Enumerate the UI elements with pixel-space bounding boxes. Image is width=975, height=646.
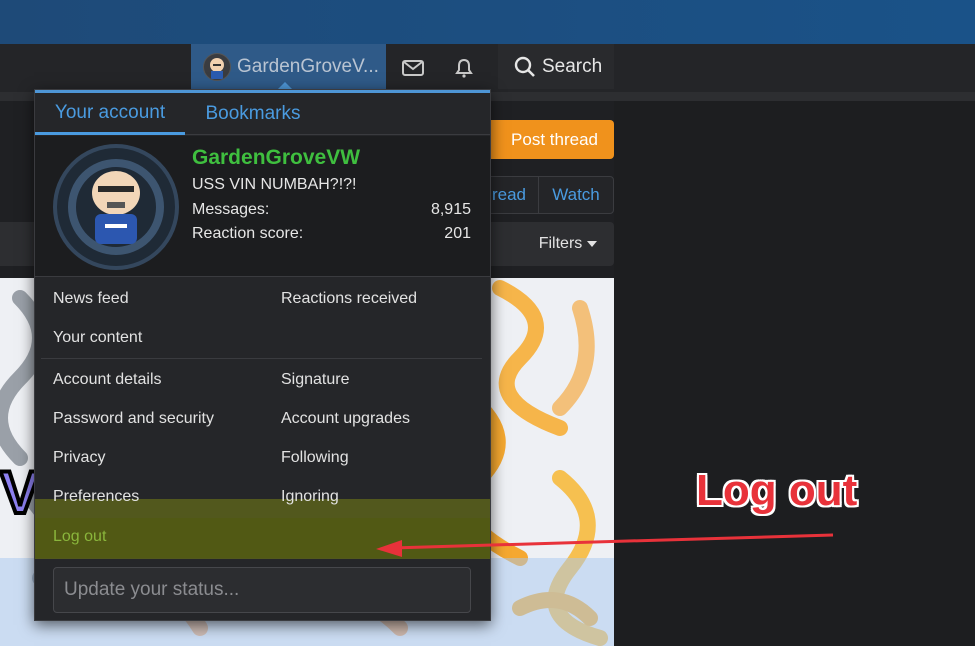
annotation-arrow xyxy=(376,533,834,557)
screenshot-root: GardenGroveV... Search Post thread read … xyxy=(0,0,975,646)
